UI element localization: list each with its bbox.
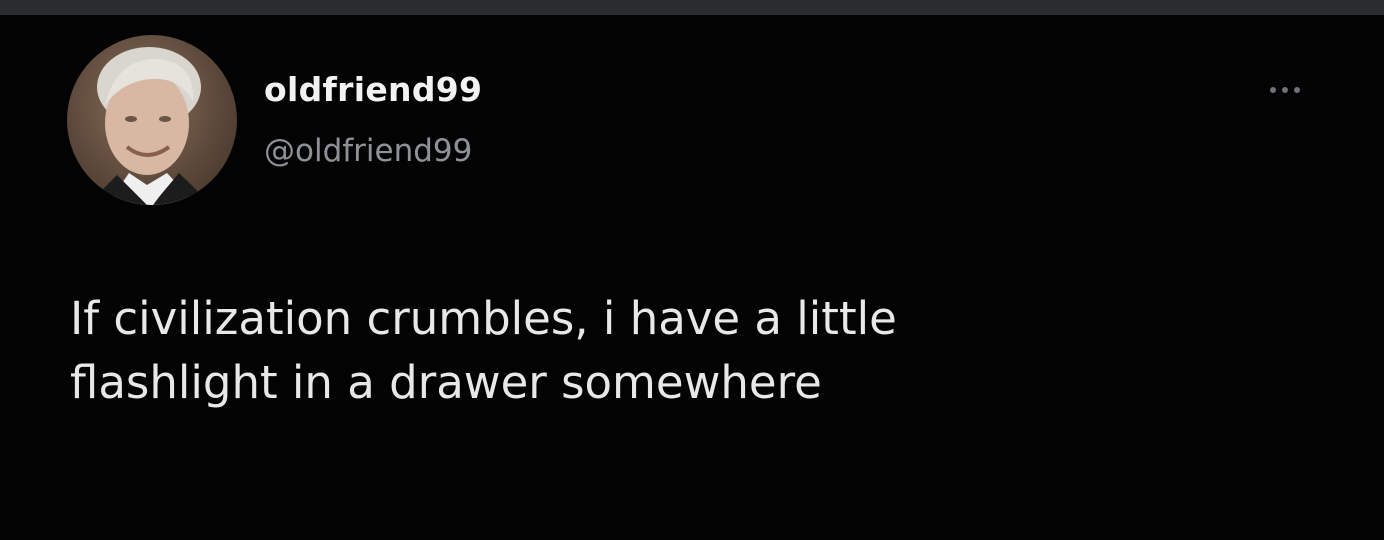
ellipsis-icon	[1270, 87, 1300, 93]
more-options-button[interactable]	[1255, 78, 1315, 102]
tweet-body-text: If civilization crumbles, i have a littl…	[70, 292, 897, 409]
avatar-photo	[87, 47, 212, 205]
user-handle[interactable]: @oldfriend99	[264, 133, 472, 169]
user-display-name[interactable]: oldfriend99	[264, 70, 482, 109]
window-top-bar	[0, 0, 1384, 15]
avatar[interactable]	[67, 35, 237, 205]
